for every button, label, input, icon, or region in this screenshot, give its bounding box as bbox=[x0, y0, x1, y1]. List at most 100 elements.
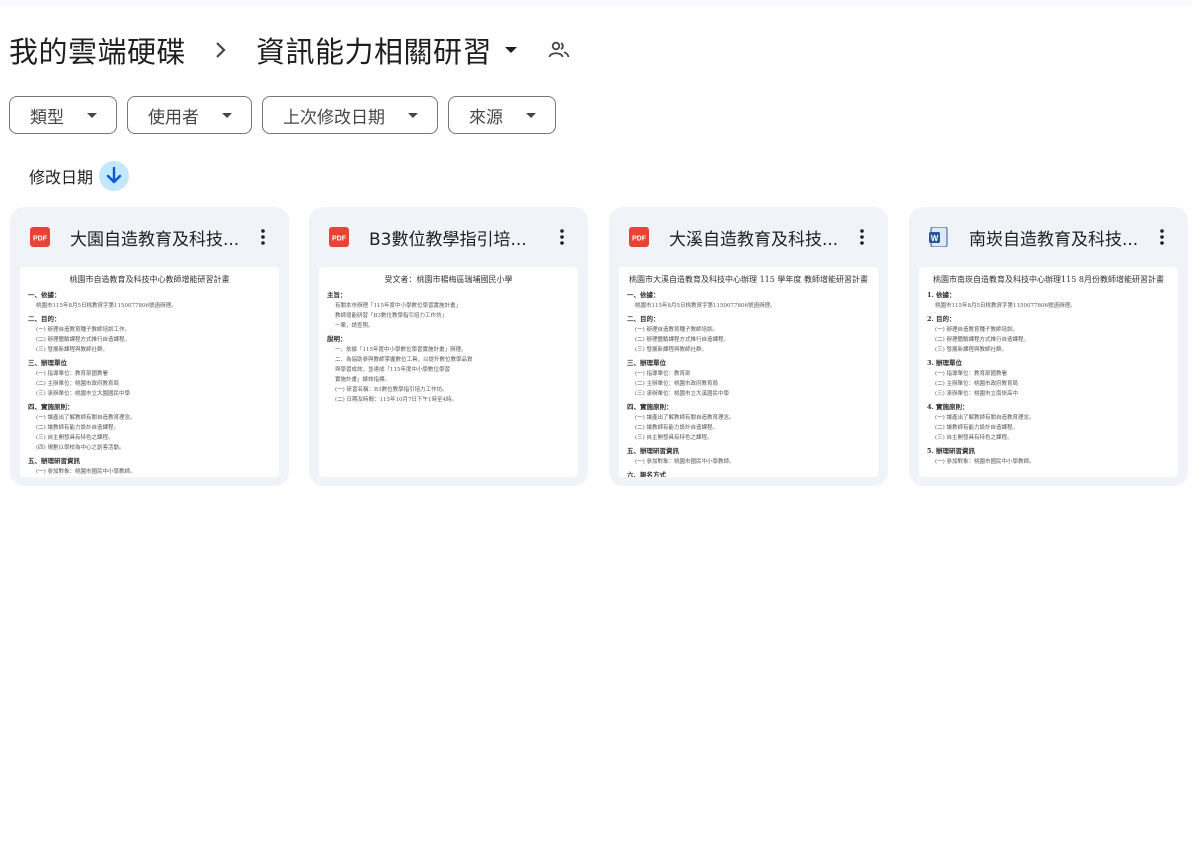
filter-modified-chip[interactable]: 上次修改日期 bbox=[262, 96, 438, 134]
preview-title: 桃園市大溪自造教育及科技中心辦理 115 學年度 教師增能研習計畫 bbox=[629, 275, 868, 284]
sort-control: 修改日期 bbox=[29, 161, 130, 191]
svg-text:PDF: PDF bbox=[632, 236, 647, 243]
shared-users-icon[interactable] bbox=[546, 37, 572, 63]
preview-line: 實施計畫」績效指標。 bbox=[335, 377, 391, 383]
preview-line: (二) 辦理體驗課程方式推行自造課程。 bbox=[635, 337, 730, 343]
filter-people-label: 使用者 bbox=[148, 107, 199, 128]
preview-heading: 五、辦理研習資訊 bbox=[627, 447, 679, 455]
preview-line: (三) 發展新課程與教師社群。 bbox=[36, 347, 109, 353]
preview-line: (一) 參加對象：桃園市國民中小學教師。 bbox=[635, 459, 735, 465]
preview-line: (一) 指導單位：教育部 bbox=[635, 371, 691, 377]
preview-heading: 五、辦理研習資訊 bbox=[28, 457, 80, 465]
preview-line: (三) 承辦單位：桃園市立南崁高中 bbox=[935, 391, 1019, 397]
caret-down-icon bbox=[221, 109, 233, 121]
preview-line: (一) 指導單位：教育部國教署 bbox=[935, 371, 1008, 377]
svg-text:PDF: PDF bbox=[332, 236, 347, 243]
breadcrumb-my-drive[interactable]: 我的雲端硬碟 bbox=[9, 29, 186, 71]
preview-line: 有關本市辦理「115年度中小學數位學習實施計畫」 bbox=[335, 303, 461, 309]
folder-menu-caret-icon[interactable] bbox=[502, 41, 520, 59]
preview-line: (一) 讓產出了解教師有關自造教育理念。 bbox=[935, 415, 1035, 421]
breadcrumb-current-folder[interactable]: 資訊能力相關研習 bbox=[256, 29, 492, 71]
file-thumbnail[interactable]: 受文者：桃園市楊梅區瑞埔國民小學主旨： 有關本市辦理「115年度中小學數位學習實施… bbox=[319, 267, 578, 477]
preview-line: 桃園市115年8月5日桃教資字第1150077806號函辦理。 bbox=[36, 303, 177, 309]
breadcrumb: 我的雲端硬碟 資訊能力相關研習 bbox=[9, 28, 572, 72]
file-title[interactable]: 大園自造教育及科技... bbox=[70, 225, 248, 250]
preview-line: (一) 研習名稱：B3數位教學指引培力工作坊。 bbox=[335, 387, 448, 393]
preview-line: (二) 讓教師有能力設計自造課程。 bbox=[36, 425, 120, 431]
caret-down-icon bbox=[407, 109, 419, 121]
preview-heading: 三、辦理單位 bbox=[627, 359, 666, 367]
preview-line: (一) 參加對象：桃園市國民中小學教師。 bbox=[935, 459, 1035, 465]
preview-line: 教師增能研習「B3數位教學指引培力工作坊」 bbox=[335, 313, 448, 319]
pdf-icon: PDF bbox=[30, 227, 50, 247]
preview-line: (四) 規劃以學校為中心之創客活動。 bbox=[36, 445, 125, 451]
more-vert-icon[interactable] bbox=[850, 225, 874, 249]
sort-label[interactable]: 修改日期 bbox=[29, 164, 93, 188]
preview-line: 桃園市115年8月5日桃教資字第1150077806號函辦理。 bbox=[635, 303, 776, 309]
preview-title: 桃園市自造教育及科技中心教師增能研習計畫 bbox=[69, 275, 230, 284]
filter-people-chip[interactable]: 使用者 bbox=[127, 96, 252, 134]
preview-line: (三) 自主開發具有特色之課程。 bbox=[635, 435, 713, 441]
more-vert-icon[interactable] bbox=[550, 225, 574, 249]
preview-line: (一) 辦理自造教育種子教師培訓。 bbox=[635, 327, 719, 333]
preview-title: 受文者：桃園市楊梅區瑞埔國民小學 bbox=[384, 275, 513, 284]
preview-line: 二、為協助參與教師掌握數位工具，以提升數位教學品質 bbox=[335, 357, 473, 363]
file-title[interactable]: B3數位教學指引培... bbox=[369, 225, 547, 250]
preview-heading: 2. 目的： bbox=[927, 315, 956, 323]
svg-text:PDF: PDF bbox=[33, 236, 48, 243]
preview-heading: 主旨： bbox=[327, 291, 347, 299]
filter-modified-label: 上次修改日期 bbox=[283, 107, 385, 128]
filter-source-chip[interactable]: 來源 bbox=[448, 96, 556, 134]
preview-line: (二) 日期及時間：115年10月7日下午1時至4時。 bbox=[335, 397, 458, 403]
chevron-right-icon bbox=[186, 41, 256, 59]
preview-heading: 3. 辦理單位 bbox=[927, 359, 963, 367]
preview-line: (二) 主辦單位：桃園市政府教育局 bbox=[36, 381, 120, 387]
more-vert-icon[interactable] bbox=[1150, 225, 1174, 249]
word-icon: W bbox=[929, 226, 949, 248]
file-card[interactable]: PDF 大溪自造教育及科技... 桃園市大溪自造教育及科技中心辦理 115 學年… bbox=[609, 207, 888, 486]
caret-down-icon bbox=[86, 109, 98, 121]
more-vert-icon[interactable] bbox=[251, 225, 275, 249]
preview-line: 與學習成效，並達成「115年度中小學數位學習 bbox=[335, 367, 450, 373]
preview-line: 一案，請查照。 bbox=[335, 323, 374, 329]
preview-line: (一) 讓產出了解教師有關自造教育理念。 bbox=[36, 415, 136, 421]
preview-heading: 1. 依據： bbox=[927, 291, 956, 299]
preview-line: (一) 讓產出了解教師有關自造教育理念。 bbox=[635, 415, 735, 421]
file-thumbnail[interactable]: 桃園市大溪自造教育及科技中心辦理 115 學年度 教師增能研習計畫 一、依據： 桃園… bbox=[619, 267, 878, 477]
preview-line: (二) 讓教師有能力設計自造課程。 bbox=[635, 425, 719, 431]
preview-line: (一) 指導單位：教育部國教署 bbox=[36, 371, 109, 377]
preview-line: (一) 辦理自造教育種子教師培訓。 bbox=[935, 327, 1019, 333]
preview-title: 桃園市南崁自造教育及科技中心辦理115 8月份教師增能研習計畫 bbox=[933, 275, 1164, 284]
file-title[interactable]: 南崁自造教育及科技... bbox=[969, 225, 1147, 250]
preview-heading: 說明： bbox=[327, 335, 347, 343]
preview-line: (三) 承辦單位：桃園市立大園國民中學 bbox=[36, 391, 131, 397]
filter-source-label: 來源 bbox=[469, 107, 503, 128]
preview-heading: 六、報名方式 bbox=[627, 471, 666, 477]
preview-line: (一) 辦理自造教育種子教師培訓工作。 bbox=[36, 327, 131, 333]
preview-line: (一) 參加對象：桃園市國民中小學教師。 bbox=[36, 469, 136, 475]
arrow-down-icon[interactable] bbox=[99, 161, 130, 191]
preview-heading: 四、實施原則： bbox=[28, 403, 74, 411]
preview-line: (二) 辦理體驗課程方式推行自造課程。 bbox=[935, 337, 1030, 343]
preview-line: (二) 主辦單位：桃園市政府教育局 bbox=[935, 381, 1019, 387]
file-card[interactable]: PDF B3數位教學指引培... 受文者：桃園市楊梅區瑞埔國民小學主旨： 有關本市… bbox=[309, 207, 588, 486]
preview-heading: 5. 辦理研習資訊 bbox=[927, 447, 976, 455]
svg-text:W: W bbox=[931, 234, 939, 243]
pdf-icon: PDF bbox=[329, 227, 349, 247]
preview-line: (二) 辦理體驗課程方式推行自造課程。 bbox=[36, 337, 131, 343]
file-card[interactable]: PDF 大園自造教育及科技... 桃園市自造教育及科技中心教師增能研習計畫 一、依… bbox=[10, 207, 289, 486]
preview-line: (三) 自主開發具有特色之課程。 bbox=[935, 435, 1013, 441]
file-card[interactable]: W 南崁自造教育及科技... 桃園市南崁自造教育及科技中心辦理115 8月份教師… bbox=[909, 207, 1188, 486]
preview-line: (三) 發展新課程與教師社群。 bbox=[635, 347, 708, 353]
filter-bar: 類型 使用者 上次修改日期 來源 bbox=[9, 96, 556, 134]
file-thumbnail[interactable]: 桃園市南崁自造教育及科技中心辦理115 8月份教師增能研習計畫 1. 依據： 桃園市… bbox=[919, 267, 1178, 477]
file-title[interactable]: 大溪自造教育及科技... bbox=[669, 225, 847, 250]
preview-line: (二) 主辦單位：桃園市政府教育局 bbox=[635, 381, 719, 387]
pdf-icon: PDF bbox=[629, 227, 649, 247]
file-thumbnail[interactable]: 桃園市自造教育及科技中心教師增能研習計畫 一、依據： 桃園市115年8月5日桃教資字… bbox=[20, 267, 279, 477]
preview-heading: 四、實施原則： bbox=[627, 403, 673, 411]
preview-heading: 二、目的： bbox=[627, 315, 660, 323]
preview-heading: 一、依據： bbox=[28, 291, 61, 299]
preview-line: (三) 承辦單位：桃園市立大溪國民中學 bbox=[635, 391, 730, 397]
filter-type-chip[interactable]: 類型 bbox=[9, 96, 117, 134]
